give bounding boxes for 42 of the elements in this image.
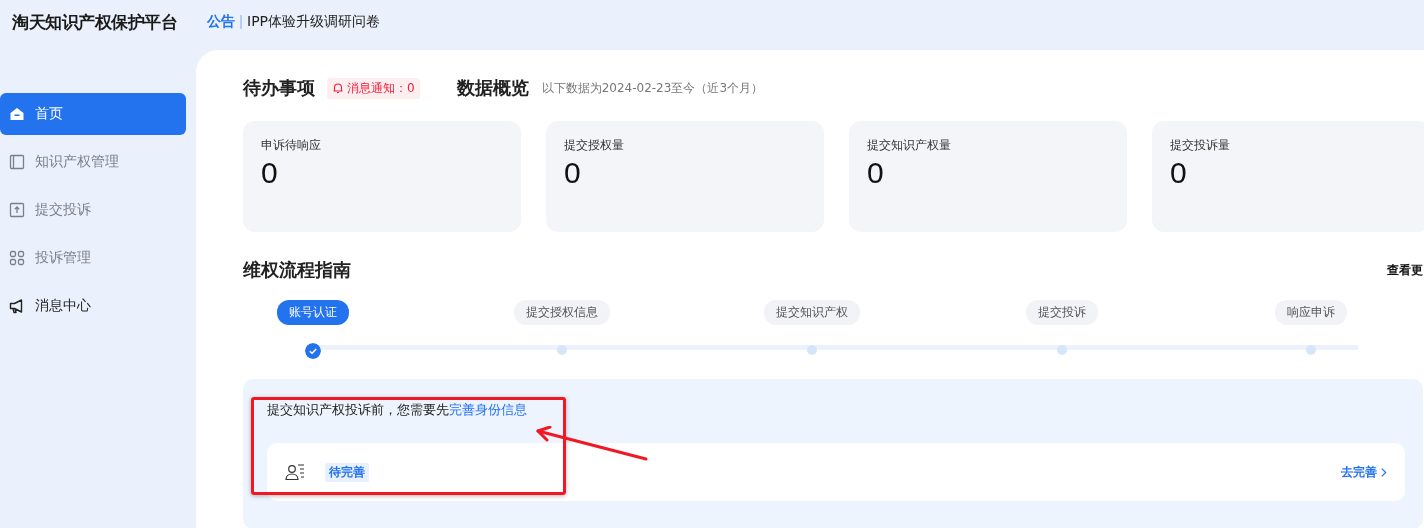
section-title: 维权流程指南 bbox=[243, 258, 351, 282]
sidebar-item[interactable]: 消息中心 bbox=[0, 285, 186, 327]
stat-value: 0 bbox=[564, 156, 582, 190]
notification-count: 消息通知：0 bbox=[347, 79, 415, 97]
stat-label: 提交授权量 bbox=[564, 137, 625, 154]
step-dot bbox=[807, 345, 817, 355]
person-list-icon bbox=[285, 463, 305, 481]
upload-icon bbox=[9, 202, 25, 218]
identity-message: 提交知识产权投诉前，您需要先完善身份信息 bbox=[267, 401, 528, 419]
stat-value: 0 bbox=[261, 156, 279, 190]
step-dot bbox=[1306, 345, 1317, 355]
stat-label: 申诉待响应 bbox=[261, 137, 322, 154]
step-label: 提交投诉 bbox=[1025, 300, 1098, 325]
notification-badge[interactable]: 消息通知：0 bbox=[327, 77, 420, 99]
date-range-note: 以下数据为2024-02-23至今（近3个月） bbox=[541, 79, 763, 97]
grid-icon bbox=[9, 250, 25, 266]
check-icon bbox=[304, 343, 321, 359]
status-tag: 待完善 bbox=[325, 462, 369, 482]
step-label: 提交知识产权 bbox=[764, 300, 860, 325]
step-dot bbox=[1056, 345, 1067, 355]
chevron-right-icon bbox=[1380, 466, 1387, 478]
complete-identity-link[interactable]: 完善身份信息 bbox=[449, 402, 527, 417]
section-title: 数据概览 bbox=[456, 76, 529, 100]
platform-title: 淘天知识产权保护平台 bbox=[12, 10, 177, 34]
notice-link[interactable]: 公告 bbox=[207, 13, 235, 31]
stat-value: 0 bbox=[1170, 156, 1188, 190]
step-label: 账号认证 bbox=[276, 300, 349, 325]
complete-link[interactable]: 去完善 bbox=[1341, 463, 1387, 481]
book-icon bbox=[9, 154, 25, 170]
stat-label: 提交投诉量 bbox=[1170, 137, 1231, 154]
view-more-link[interactable]: 查看更 bbox=[1387, 261, 1423, 279]
section-title: 待办事项 bbox=[243, 76, 315, 100]
home-icon bbox=[9, 106, 25, 122]
step-label: 提交授权信息 bbox=[514, 300, 611, 325]
step-label: 响应申诉 bbox=[1275, 300, 1348, 325]
megaphone-icon bbox=[9, 298, 25, 314]
stat-label: 提交知识产权量 bbox=[867, 137, 952, 154]
sidebar-item[interactable]: 首页 bbox=[0, 93, 186, 135]
notice-title-link[interactable]: IPP体验升级调研问卷 bbox=[247, 13, 380, 31]
bell-icon bbox=[332, 82, 344, 94]
step-dot bbox=[557, 345, 568, 355]
stat-value: 0 bbox=[867, 156, 885, 190]
